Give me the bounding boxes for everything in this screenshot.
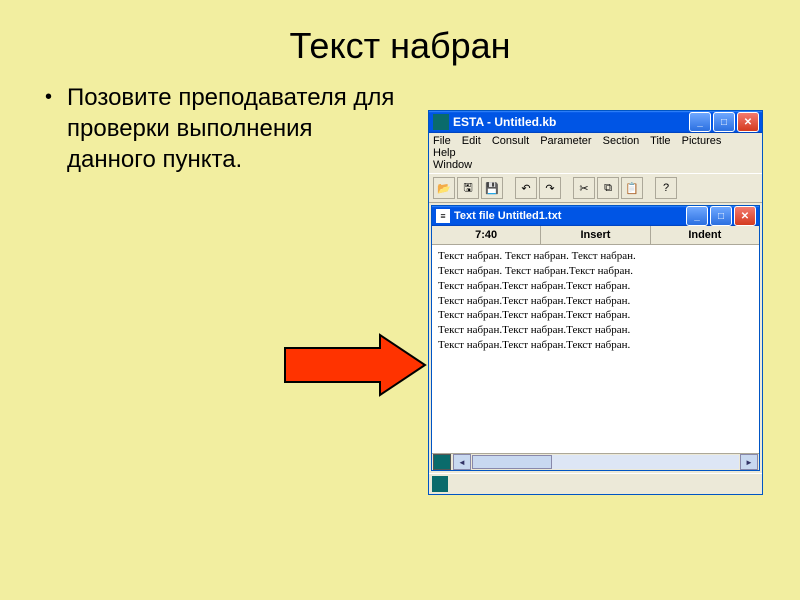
status-app-icon[interactable]: [432, 476, 448, 492]
text-line: Текст набран.Текст набран.Текст набран.: [438, 279, 753, 294]
text-line: Текст набран. Текст набран.Текст набран.: [438, 264, 753, 279]
menu-consult[interactable]: Consult: [492, 135, 529, 147]
menu-help[interactable]: Help: [433, 147, 456, 159]
status-position: 7:40: [432, 226, 541, 244]
status-bar: 7:40 Insert Indent: [432, 226, 759, 245]
app-statusbar: [429, 473, 762, 494]
tool-savekb-icon[interactable]: 🖫: [457, 177, 479, 199]
scroll-left-icon[interactable]: ◄: [453, 454, 471, 470]
bullet-item: • Позовите преподавателя для проверки вы…: [45, 82, 395, 176]
text-line: Текст набран.Текст набран.Текст набран.: [438, 323, 753, 338]
app-icon: [433, 114, 449, 130]
status-indent: Indent: [651, 226, 759, 244]
text-area[interactable]: Текст набран. Текст набран. Текст набран…: [432, 245, 759, 453]
minimize-button[interactable]: _: [689, 112, 711, 132]
menu-edit[interactable]: Edit: [462, 135, 481, 147]
bullet-dot-icon: •: [45, 82, 52, 112]
menu-file[interactable]: File: [433, 135, 451, 147]
inner-minimize-button[interactable]: _: [686, 206, 708, 226]
arrow-icon: [280, 330, 430, 400]
slide-title: Текст набран: [0, 0, 800, 82]
bullet-text: Позовите преподавателя для проверки выпо…: [67, 82, 395, 176]
scroll-right-icon[interactable]: ►: [740, 454, 758, 470]
tool-cut-icon[interactable]: ✂: [573, 177, 595, 199]
text-line: Текст набран. Текст набран. Текст набран…: [438, 249, 753, 264]
inner-window-title: Text file Untitled1.txt: [454, 210, 686, 222]
tool-save-icon[interactable]: 💾: [481, 177, 503, 199]
menu-title[interactable]: Title: [650, 135, 670, 147]
menu-parameter[interactable]: Parameter: [540, 135, 591, 147]
menu-section[interactable]: Section: [603, 135, 640, 147]
toolbar: 📂 🖫 💾 ↶ ↷ ✂ ⧉ 📋 ?: [429, 173, 762, 203]
text-line: Текст набран.Текст набран.Текст набран.: [438, 308, 753, 323]
app-window: ESTA - Untitled.kb _ □ ✕ File Edit Consu…: [428, 110, 763, 495]
tool-redo-icon[interactable]: ↷: [539, 177, 561, 199]
maximize-button[interactable]: □: [713, 112, 735, 132]
horizontal-scrollbar[interactable]: ◄ ►: [432, 453, 759, 470]
scroll-thumb[interactable]: [472, 455, 552, 469]
tool-undo-icon[interactable]: ↶: [515, 177, 537, 199]
menu-pictures[interactable]: Pictures: [682, 135, 722, 147]
text-line: Текст набран.Текст набран.Текст набран.: [438, 294, 753, 309]
tool-help-icon[interactable]: ?: [655, 177, 677, 199]
document-icon: ≡: [436, 209, 450, 223]
text-line: Текст набран.Текст набран.Текст набран.: [438, 338, 753, 353]
menu-window[interactable]: Window: [433, 159, 472, 171]
tool-paste-icon[interactable]: 📋: [621, 177, 643, 199]
tool-copy-icon[interactable]: ⧉: [597, 177, 619, 199]
status-insert: Insert: [541, 226, 650, 244]
inner-close-button[interactable]: ✕: [734, 206, 756, 226]
menubar: File Edit Consult Parameter Section Titl…: [429, 133, 762, 173]
scroll-track[interactable]: [472, 455, 739, 469]
inner-titlebar[interactable]: ≡ Text file Untitled1.txt _ □ ✕: [432, 206, 759, 226]
window-title: ESTA - Untitled.kb: [453, 115, 689, 129]
taskbar-icon[interactable]: [433, 454, 451, 470]
tool-open-icon[interactable]: 📂: [433, 177, 455, 199]
titlebar[interactable]: ESTA - Untitled.kb _ □ ✕: [429, 111, 762, 133]
close-button[interactable]: ✕: [737, 112, 759, 132]
inner-window: ≡ Text file Untitled1.txt _ □ ✕ 7:40 Ins…: [431, 205, 760, 471]
inner-maximize-button[interactable]: □: [710, 206, 732, 226]
